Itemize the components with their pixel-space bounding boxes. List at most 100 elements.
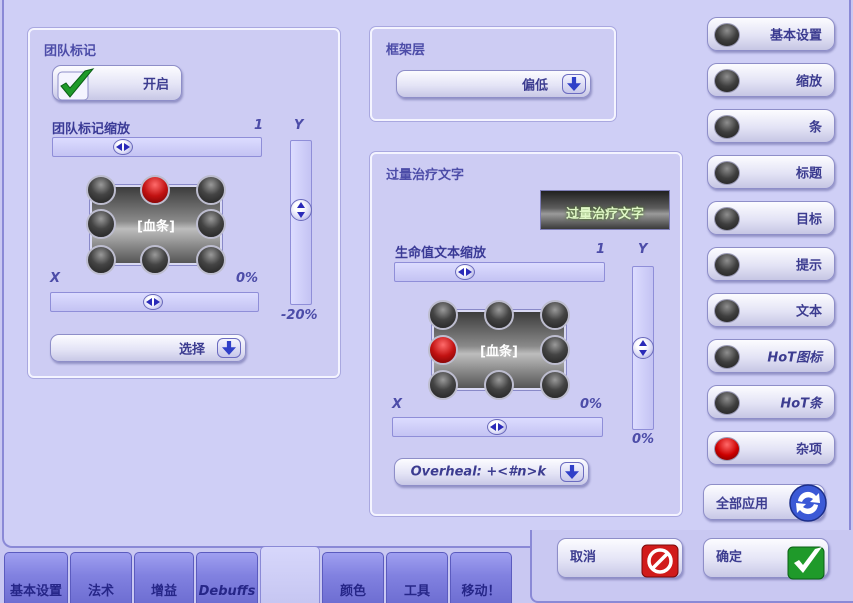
side-item-tooltip[interactable]: 提示: [707, 247, 835, 281]
side-item-label: 缩放: [795, 74, 822, 90]
slider-knob[interactable]: [487, 419, 507, 435]
slider-knob[interactable]: [113, 139, 133, 155]
anchor-right[interactable]: [196, 209, 226, 239]
raid-marker-x-label: X: [50, 271, 61, 286]
raid-marker-scale-slider[interactable]: [52, 137, 262, 157]
side-item-title[interactable]: 标题: [707, 155, 835, 189]
overheal-x-slider[interactable]: [392, 417, 603, 437]
raid-marker-y-slider[interactable]: [290, 140, 312, 305]
ok-button[interactable]: 确定: [703, 538, 829, 580]
anchor-right[interactable]: [540, 335, 570, 365]
slider-knob[interactable]: [455, 264, 475, 280]
tab-move[interactable]: 移动！: [450, 552, 512, 603]
tab-spells[interactable]: 法术: [70, 552, 132, 603]
anchor-left[interactable]: [428, 335, 458, 365]
overheal-scale-value: 1: [596, 242, 606, 257]
side-item-text[interactable]: 文本: [707, 293, 835, 327]
raid-marker-x-slider[interactable]: [50, 292, 259, 312]
slider-knob[interactable]: [632, 337, 654, 359]
status-led-icon: [714, 437, 740, 461]
cancel-icon: [641, 544, 679, 578]
raid-marker-select-dropdown[interactable]: 选择: [50, 334, 246, 362]
frame-strata-dropdown[interactable]: 偏低: [396, 70, 591, 98]
anchor-top[interactable]: [484, 300, 514, 330]
raid-marker-toggle-button[interactable]: 开启: [52, 65, 182, 101]
side-item-label: HoT条: [780, 396, 822, 412]
status-led-icon: [714, 253, 740, 277]
raid-marker-x-value: 0%: [236, 271, 259, 286]
checkmark-icon: [57, 68, 95, 101]
anchor-top[interactable]: [140, 175, 170, 205]
side-item-label: 杂项: [795, 442, 822, 458]
side-item-label: 目标: [795, 212, 822, 228]
frame-strata-title: 框架层: [386, 43, 426, 58]
tab-label: 颜色: [339, 584, 366, 599]
anchor-bottom[interactable]: [140, 245, 170, 275]
overheal-preview-label: 过量治疗文字: [565, 207, 644, 222]
cancel-button[interactable]: 取消: [557, 538, 683, 578]
apply-all-button[interactable]: 全部应用: [703, 484, 827, 522]
status-led-icon: [714, 115, 740, 139]
anchor-bottom-right[interactable]: [540, 370, 570, 400]
tab-tools[interactable]: 工具: [386, 552, 448, 603]
status-led-icon: [714, 23, 740, 47]
status-led-icon: [714, 345, 740, 369]
overheal-x-value: 0%: [580, 397, 603, 412]
tab-buffs[interactable]: 增益: [134, 552, 194, 603]
side-item-label: 基本设置: [769, 28, 822, 44]
side-item-label: 文本: [795, 304, 822, 320]
side-item-label: 条: [808, 120, 822, 136]
anchor-bottom-left[interactable]: [428, 370, 458, 400]
raid-marker-scale-label: 团队标记缩放: [52, 122, 131, 137]
overheal-format-dropdown[interactable]: Overheal: +<#n>k: [394, 458, 589, 486]
side-item-label: HoT图标: [767, 350, 822, 366]
anchor-top-right[interactable]: [540, 300, 570, 330]
tab-label: 法术: [87, 584, 114, 599]
refresh-icon: [789, 484, 827, 522]
tab-active[interactable]: [260, 546, 320, 603]
status-led-icon: [714, 69, 740, 93]
slider-knob[interactable]: [143, 294, 163, 310]
side-item-bar[interactable]: 条: [707, 109, 835, 143]
slider-knob[interactable]: [290, 199, 312, 221]
status-led-icon: [714, 207, 740, 231]
anchor-top-left[interactable]: [86, 175, 116, 205]
overheal-scale-slider[interactable]: [394, 262, 605, 282]
overheal-y-label: Y: [638, 242, 648, 257]
status-led-icon: [714, 391, 740, 415]
tab-label: 基本设置: [9, 584, 62, 599]
chevron-down-icon[interactable]: [217, 338, 241, 358]
tab-label: Debuffs: [198, 584, 256, 599]
side-item-hot-icons[interactable]: HoT图标: [707, 339, 835, 373]
overheal-preview-button[interactable]: 过量治疗文字: [540, 190, 670, 230]
apply-all-label: 全部应用: [716, 497, 769, 512]
anchor-top-right[interactable]: [196, 175, 226, 205]
raid-marker-scale-value: 1: [254, 118, 264, 133]
anchor-bottom-right[interactable]: [196, 245, 226, 275]
side-item-label: 标题: [795, 166, 822, 182]
raid-marker-y-value: -20%: [281, 308, 318, 323]
side-item-hot-bars[interactable]: HoT条: [707, 385, 835, 419]
chevron-down-icon[interactable]: [562, 74, 586, 94]
anchor-left[interactable]: [86, 209, 116, 239]
overheal-y-slider[interactable]: [632, 266, 654, 430]
raid-marker-y-label: Y: [294, 118, 304, 133]
status-led-icon: [714, 161, 740, 185]
side-item-target[interactable]: 目标: [707, 201, 835, 235]
tab-basic[interactable]: 基本设置: [4, 552, 68, 603]
anchor-bottom[interactable]: [484, 370, 514, 400]
chevron-down-icon[interactable]: [560, 462, 584, 482]
cancel-label: 取消: [570, 550, 597, 565]
raid-marker-title: 团队标记: [44, 44, 97, 59]
side-item-basic[interactable]: 基本设置: [707, 17, 835, 51]
raid-marker-toggle-label: 开启: [142, 77, 169, 93]
side-item-scale[interactable]: 缩放: [707, 63, 835, 97]
tab-debuffs[interactable]: Debuffs: [196, 552, 258, 603]
side-item-misc[interactable]: 杂项: [707, 431, 835, 465]
tab-label: 移动！: [461, 584, 501, 599]
overheal-y-value: 0%: [632, 432, 655, 447]
anchor-bottom-left[interactable]: [86, 245, 116, 275]
anchor-top-left[interactable]: [428, 300, 458, 330]
tab-colors[interactable]: 颜色: [322, 552, 384, 603]
select-label: 选择: [178, 342, 205, 358]
